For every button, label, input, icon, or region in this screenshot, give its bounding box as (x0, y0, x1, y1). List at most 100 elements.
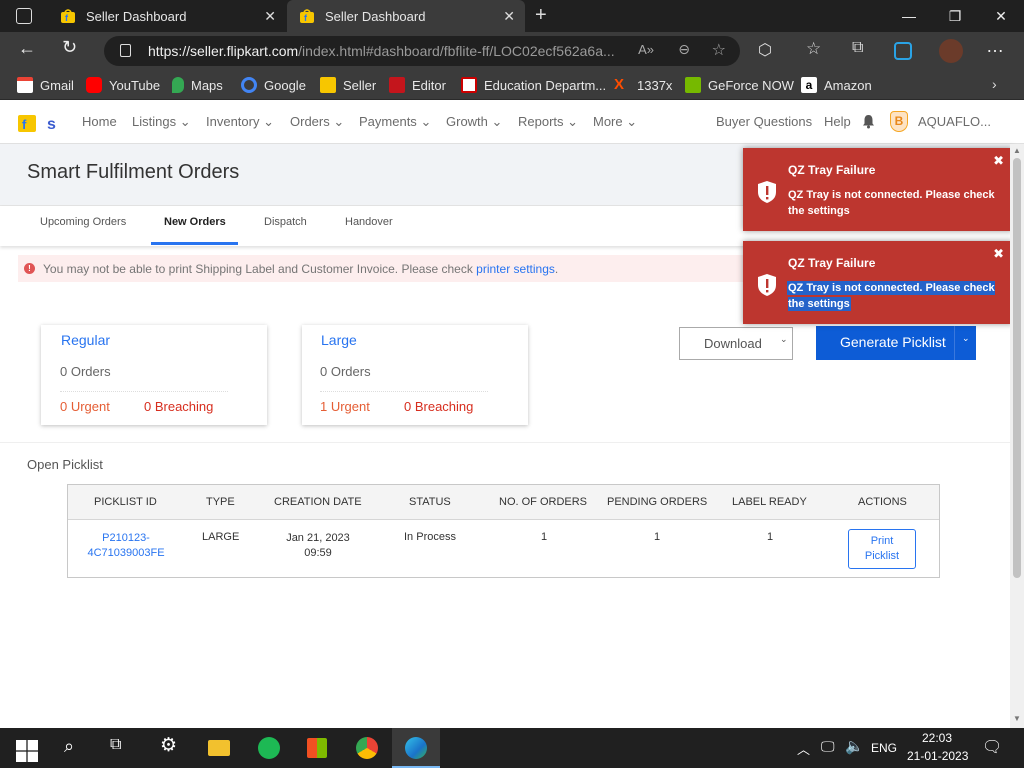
nav-help[interactable]: Help (824, 114, 851, 129)
editor-icon (389, 77, 405, 93)
restore-icon[interactable]: ❐ (932, 0, 978, 32)
printer-warning-alert: ! You may not be able to print Shipping … (18, 255, 778, 282)
download-button[interactable]: Download ⌄ (679, 327, 793, 360)
url-field[interactable]: https://seller.flipkart.com/index.html#d… (104, 36, 740, 66)
clock-date[interactable]: 21-01-2023 (907, 749, 968, 763)
close-tab-icon[interactable]: ✕ (264, 8, 276, 25)
volume-icon[interactable]: 🔈 (845, 737, 867, 759)
search-icon[interactable]: ⌕ (64, 736, 86, 758)
nav-growth[interactable]: Growth ⌄ (446, 114, 502, 130)
bookmark-gmail[interactable]: Gmail (17, 76, 74, 94)
nav-reports[interactable]: Reports ⌄ (518, 114, 578, 130)
alert-icon: ! (24, 263, 35, 274)
card-breaching[interactable]: 0 Breaching (144, 399, 213, 414)
toast-close-icon[interactable]: ✖ (993, 153, 1004, 169)
edge-icon[interactable] (894, 42, 912, 60)
account-name[interactable]: AQUAFLO... (918, 114, 991, 129)
large-summary-card[interactable]: Large 0 Orders 1 Urgent 0 Breaching (302, 325, 528, 425)
printer-settings-link[interactable]: printer settings (476, 262, 555, 276)
bell-icon[interactable] (862, 114, 875, 129)
favorites-icon[interactable]: ☆ (806, 39, 821, 59)
settings-gear-icon[interactable]: ⚙ (160, 734, 182, 756)
toast-close-icon[interactable]: ✖ (993, 246, 1004, 262)
card-urgent[interactable]: 0 Urgent (60, 399, 110, 414)
new-tab-icon[interactable]: + (535, 4, 547, 27)
scroll-up-icon[interactable]: ▲ (1013, 146, 1021, 155)
collections-icon[interactable]: ⧉ (852, 39, 863, 57)
tab-new-orders[interactable]: New Orders (164, 216, 226, 228)
download-dropdown-icon[interactable]: ⌄ (780, 334, 788, 345)
bookmark-1337x[interactable]: X 1337x (614, 76, 672, 94)
col-creation-date: CREATION DATE (274, 496, 362, 508)
extensions-icon[interactable]: ⬡ (758, 40, 772, 60)
refresh-icon[interactable]: ↻ (62, 37, 77, 58)
bookmark-education[interactable]: Education Departm... (461, 76, 606, 94)
store-icon[interactable] (307, 738, 327, 758)
card-breaching[interactable]: 0 Breaching (404, 399, 473, 414)
picklist-id-link[interactable]: P210123- 4C71039003FE (84, 531, 168, 561)
nav-buyer-questions[interactable]: Buyer Questions (716, 114, 812, 129)
flipkart-logo-icon[interactable]: fs (18, 111, 58, 133)
bookmarks-chevron-icon[interactable]: › (992, 76, 997, 92)
nav-listings[interactable]: Listings ⌄ (132, 114, 191, 130)
bookmark-google[interactable]: Google (241, 76, 306, 94)
settings-more-icon[interactable]: … (986, 36, 1004, 57)
bookmark-youtube[interactable]: YouTube (86, 76, 160, 94)
table-header-row: PICKLIST ID TYPE CREATION DATE STATUS NO… (68, 485, 939, 520)
zoom-icon[interactable]: ⊖ (678, 41, 690, 58)
generate-picklist-button[interactable]: Generate Picklist ⌄ (816, 326, 976, 360)
nvidia-icon (685, 77, 701, 93)
notification-icon[interactable]: 🗨 (982, 737, 1004, 759)
task-view-icon[interactable]: ⧉ (110, 736, 132, 758)
alert-text: You may not be able to print Shipping La… (43, 261, 473, 276)
col-picklist-id: PICKLIST ID (94, 496, 157, 508)
nav-inventory[interactable]: Inventory ⌄ (206, 114, 274, 130)
nav-payments[interactable]: Payments ⌄ (359, 114, 431, 130)
bookmark-seller[interactable]: Seller (320, 76, 376, 94)
chevron-down-icon: ⌄ (179, 114, 191, 129)
network-icon[interactable]: 🖵 (821, 738, 843, 760)
tab-handover[interactable]: Handover (345, 216, 393, 228)
tab-upcoming-orders[interactable]: Upcoming Orders (40, 216, 126, 228)
clock-time[interactable]: 22:03 (922, 731, 952, 745)
page-scrollbar[interactable]: ▲ ▼ (1010, 144, 1024, 728)
tab-title: Seller Dashboard (325, 8, 426, 24)
edge-taskbar-icon[interactable] (405, 737, 427, 759)
nav-more[interactable]: More ⌄ (593, 114, 637, 130)
url-path: /index.html#dashboard/fbflite-ff/LOC02ec… (298, 43, 615, 59)
windows-start-icon[interactable] (16, 740, 38, 762)
close-tab-icon[interactable]: ✕ (503, 8, 515, 25)
svg-text:s: s (47, 116, 56, 133)
browser-tab[interactable]: f Seller Dashboard ✕ (48, 0, 286, 32)
spotify-icon[interactable] (258, 737, 280, 759)
language-indicator[interactable]: ENG (871, 741, 897, 755)
tab-actions-icon[interactable] (16, 8, 32, 24)
toast-title: QZ Tray Failure (788, 256, 876, 270)
card-orders: 0 Orders (320, 364, 371, 379)
back-icon[interactable]: ← (18, 38, 36, 59)
generate-dropdown-icon[interactable]: ⌄ (962, 333, 970, 344)
browser-tab-active[interactable]: f Seller Dashboard ✕ (287, 0, 525, 32)
bookmark-amazon[interactable]: a Amazon (801, 76, 872, 94)
regular-summary-card[interactable]: Regular 0 Orders 0 Urgent 0 Breaching (41, 325, 267, 425)
nav-orders[interactable]: Orders ⌄ (290, 114, 344, 130)
file-explorer-icon[interactable] (208, 740, 230, 756)
account-badge-icon[interactable]: B (890, 111, 908, 132)
chrome-icon[interactable] (356, 737, 378, 759)
tab-dispatch[interactable]: Dispatch (264, 216, 307, 228)
bookmark-maps[interactable]: Maps (172, 76, 223, 94)
favorite-star-icon[interactable]: ☆ (712, 40, 726, 60)
profile-avatar[interactable] (939, 39, 963, 63)
scroll-down-icon[interactable]: ▼ (1013, 714, 1021, 723)
bookmark-geforce[interactable]: GeForce NOW (685, 76, 794, 94)
tray-chevron-icon[interactable]: ︿ (797, 739, 819, 761)
scroll-thumb[interactable] (1013, 158, 1021, 578)
minimize-icon[interactable]: — (886, 0, 932, 32)
card-urgent[interactable]: 1 Urgent (320, 399, 370, 414)
print-picklist-button[interactable]: Print Picklist (848, 529, 916, 569)
bookmark-editor[interactable]: Editor (389, 76, 446, 94)
read-aloud-icon[interactable]: A» (638, 42, 654, 57)
nav-home[interactable]: Home (82, 114, 117, 129)
card-title: Regular (61, 332, 111, 348)
close-window-icon[interactable]: ✕ (978, 0, 1024, 32)
